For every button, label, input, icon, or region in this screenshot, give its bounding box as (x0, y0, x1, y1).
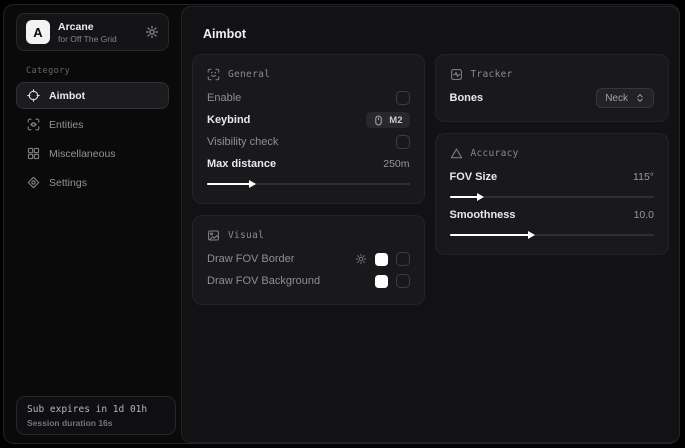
keybind-label: Keybind (207, 114, 250, 126)
slider-fill[interactable] (450, 196, 479, 198)
sidebar-item-label: Miscellaneous (49, 148, 116, 160)
session-duration-text: Session duration 16s (27, 418, 165, 428)
draw-fov-border-label: Draw FOV Border (207, 253, 294, 265)
max-distance-row: Max distance 250m (207, 153, 410, 175)
category-label: Category (26, 66, 169, 76)
card-title: Visual (228, 230, 264, 241)
smoothness-row: Smoothness 10.0 (450, 204, 655, 226)
sub-expiry-text: Sub expires in 1d 01h (27, 404, 165, 415)
draw-fov-border-row: Draw FOV Border (207, 248, 410, 270)
smoothness-value: 10.0 (634, 209, 654, 221)
fov-border-settings-gear-icon[interactable] (355, 253, 367, 265)
triangle-icon (450, 147, 463, 160)
card-title: Tracker (471, 69, 513, 80)
main-panel: Aimbot General (181, 6, 680, 443)
sidebar-item-aimbot[interactable]: Aimbot (16, 82, 169, 109)
draw-fov-background-label: Draw FOV Background (207, 275, 320, 287)
draw-fov-background-checkbox[interactable] (396, 274, 410, 288)
grid-boxes-icon (27, 147, 40, 160)
card-title: General (228, 69, 270, 80)
page-title: Aimbot (203, 27, 669, 41)
visibility-check-label: Visibility check (207, 136, 278, 148)
max-distance-label: Max distance (207, 158, 276, 170)
general-card: General Enable Keybind (192, 54, 425, 204)
slider-fill[interactable] (207, 183, 250, 185)
fov-size-slider[interactable] (450, 196, 655, 198)
keybind-value: M2 (389, 115, 402, 126)
scan-face-icon (207, 68, 220, 81)
fov-size-value: 115° (633, 171, 654, 183)
gear-icon[interactable] (145, 25, 159, 39)
fov-border-color-swatch[interactable] (375, 253, 388, 266)
tracker-card: Tracker Bones Neck (435, 54, 670, 122)
sidebar-item-label: Aimbot (49, 90, 85, 102)
sidebar-item-settings[interactable]: Settings (16, 169, 169, 196)
subscription-info-card: Sub expires in 1d 01h Session duration 1… (16, 396, 176, 435)
app-header-card: A Arcane for Off The Grid (16, 13, 169, 51)
app-subtitle: for Off The Grid (58, 34, 117, 44)
visibility-check-checkbox[interactable] (396, 135, 410, 149)
enable-checkbox[interactable] (396, 91, 410, 105)
scan-eye-icon (27, 118, 40, 131)
sidebar: A Arcane for Off The Grid Category (4, 5, 181, 443)
crosshair-icon (27, 89, 40, 102)
enable-row: Enable (207, 87, 410, 109)
max-distance-slider[interactable] (207, 183, 410, 185)
image-icon (207, 229, 220, 242)
app-window: A Arcane for Off The Grid Category (3, 4, 680, 444)
max-distance-value: 250m (383, 158, 409, 170)
app-title: Arcane (58, 21, 117, 33)
fov-background-color-swatch[interactable] (375, 275, 388, 288)
enable-label: Enable (207, 92, 241, 104)
sidebar-item-miscellaneous[interactable]: Miscellaneous (16, 140, 169, 167)
slider-fill[interactable] (450, 234, 530, 236)
chevrons-up-down-icon (635, 93, 645, 103)
bones-label: Bones (450, 92, 484, 104)
bones-select[interactable]: Neck (596, 88, 654, 108)
smoothness-label: Smoothness (450, 209, 516, 221)
app-logo: A (26, 20, 50, 44)
sidebar-nav: Aimbot Entities Miscella (16, 82, 169, 196)
keybind-row: Keybind M2 (207, 109, 410, 131)
mouse-icon (373, 115, 384, 126)
draw-fov-background-row: Draw FOV Background (207, 270, 410, 292)
bones-row: Bones Neck (450, 87, 655, 109)
visibility-check-row: Visibility check (207, 131, 410, 153)
accuracy-card: Accuracy FOV Size 115° Smoothness 10.0 (435, 133, 670, 255)
fov-size-label: FOV Size (450, 171, 498, 183)
settings-diamond-icon (27, 176, 40, 189)
sidebar-item-label: Entities (49, 119, 83, 131)
bones-selected-value: Neck (605, 93, 628, 104)
visual-card: Visual Draw FOV Border (192, 215, 425, 305)
fov-size-row: FOV Size 115° (450, 166, 655, 188)
card-title: Accuracy (471, 148, 519, 159)
smoothness-slider[interactable] (450, 234, 655, 236)
sidebar-item-label: Settings (49, 177, 87, 189)
activity-square-icon (450, 68, 463, 81)
sidebar-item-entities[interactable]: Entities (16, 111, 169, 138)
keybind-button[interactable]: M2 (366, 112, 409, 128)
draw-fov-border-checkbox[interactable] (396, 252, 410, 266)
